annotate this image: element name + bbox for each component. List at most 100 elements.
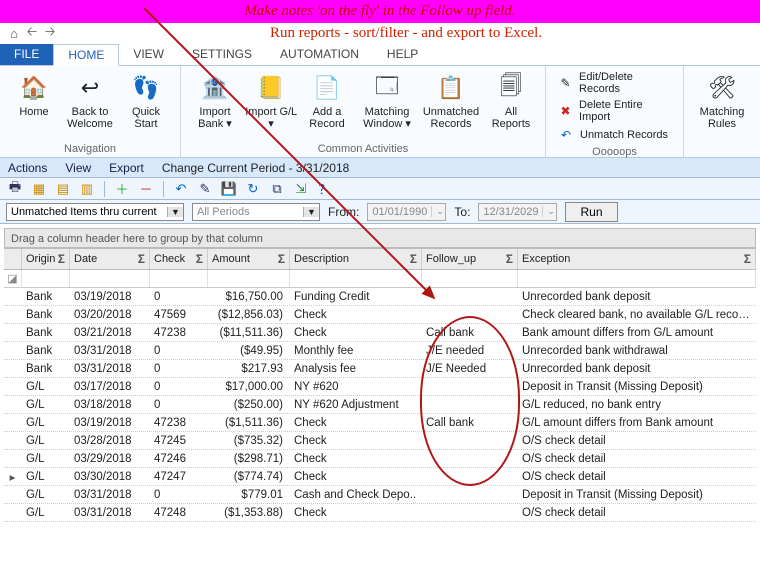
edit-icon[interactable]: ✎ bbox=[196, 180, 214, 198]
table-row[interactable]: Bank03/31/20180$217.93Analysis feeJ/E Ne… bbox=[4, 360, 756, 378]
tab-home[interactable]: HOME bbox=[53, 44, 119, 66]
remove-icon[interactable]: － bbox=[137, 180, 155, 198]
view-menu[interactable]: View bbox=[65, 161, 91, 175]
grid-filter-row[interactable]: ◪ bbox=[4, 270, 756, 288]
cell-followup[interactable]: J/E needed bbox=[422, 345, 518, 357]
run-button[interactable]: Run bbox=[565, 202, 617, 222]
matching-rules-button[interactable]: 🛠 Matching Rules bbox=[690, 70, 754, 153]
home-icon[interactable]: ⌂ bbox=[6, 26, 22, 42]
table-row[interactable]: G/L03/19/201847238($1,511.36)CheckCall b… bbox=[4, 414, 756, 432]
ribbon-group-rules: 🛠 Matching Rules bbox=[684, 66, 760, 157]
unmatch-records-label: Unmatch Records bbox=[580, 129, 668, 141]
import-gl-label: Import G/L ▾ bbox=[245, 106, 297, 130]
col-date[interactable]: DateΣ bbox=[70, 249, 150, 269]
cell-check: 0 bbox=[150, 489, 208, 501]
table-row[interactable]: G/L03/29/201847246($298.71)CheckO/S chec… bbox=[4, 450, 756, 468]
add-icon[interactable]: ＋ bbox=[113, 180, 131, 198]
scope-input[interactable] bbox=[7, 204, 167, 220]
help-icon[interactable]: ？ bbox=[316, 180, 334, 198]
to-value: 12/31/2029 bbox=[479, 206, 542, 218]
table-row[interactable]: G/L03/31/201847248($1,353.88)CheckO/S ch… bbox=[4, 504, 756, 522]
tab-automation[interactable]: AUTOMATION bbox=[266, 44, 373, 65]
cell-description: NY #620 bbox=[290, 381, 422, 393]
cell-followup[interactable]: J/E Needed bbox=[422, 363, 518, 375]
cell-followup[interactable]: Call bank bbox=[422, 327, 518, 339]
cell-exception: G/L reduced, no bank entry bbox=[518, 399, 756, 411]
cell-amount: ($298.71) bbox=[208, 453, 290, 465]
copy-icon[interactable]: ⧉ bbox=[268, 180, 286, 198]
cell-followup[interactable]: Call bank bbox=[422, 417, 518, 429]
import-bank-button[interactable]: 🏦 Import Bank ▾ bbox=[187, 70, 243, 141]
periods-combo[interactable]: ▼ bbox=[192, 203, 320, 221]
table-row[interactable]: ▸G/L03/30/201847247($774.74)CheckO/S che… bbox=[4, 468, 756, 486]
col-followup[interactable]: Follow_upΣ bbox=[422, 249, 518, 269]
cell-date: 03/30/2018 bbox=[70, 471, 150, 483]
export-excel-icon[interactable]: ⇲ bbox=[292, 180, 310, 198]
back-welcome-button[interactable]: ↩︎ Back to Welcome bbox=[62, 70, 118, 141]
from-value: 01/01/1990 bbox=[368, 206, 431, 218]
cell-description: Check bbox=[290, 453, 422, 465]
import-gl-button[interactable]: 📒 Import G/L ▾ bbox=[243, 70, 299, 141]
scope-combo[interactable]: ▼ bbox=[6, 203, 184, 221]
cell-date: 03/21/2018 bbox=[70, 327, 150, 339]
group-by-bar[interactable]: Drag a column header here to group by th… bbox=[4, 228, 756, 248]
table-row[interactable]: Bank03/19/20180$16,750.00Funding CreditU… bbox=[4, 288, 756, 306]
chevron-down-icon[interactable]: ▼ bbox=[303, 207, 319, 217]
print-icon[interactable]: 🖶 bbox=[6, 180, 24, 198]
unmatch-records-button[interactable]: ↶ Unmatch Records bbox=[556, 126, 673, 144]
col-check[interactable]: CheckΣ bbox=[150, 249, 208, 269]
table-row[interactable]: G/L03/17/20180$17,000.00NY #620Deposit i… bbox=[4, 378, 756, 396]
cell-amount: ($774.74) bbox=[208, 471, 290, 483]
table-row[interactable]: Bank03/21/201847238($11,511.36)CheckCall… bbox=[4, 324, 756, 342]
table-row[interactable]: G/L03/18/20180($250.00)NY #620 Adjustmen… bbox=[4, 396, 756, 414]
row-marker-header bbox=[4, 249, 22, 269]
grid1-icon[interactable]: ▦ bbox=[30, 180, 48, 198]
delete-import-button[interactable]: ✖ Delete Entire Import bbox=[556, 98, 673, 124]
col-amount[interactable]: AmountΣ bbox=[208, 249, 290, 269]
undo-icon[interactable]: ↶ bbox=[172, 180, 190, 198]
unmatched-records-button[interactable]: 📋 Unmatched Records bbox=[419, 70, 483, 141]
add-record-button[interactable]: 📄 Add a Record bbox=[299, 70, 355, 141]
tab-help[interactable]: HELP bbox=[373, 44, 432, 65]
cell-origin: G/L bbox=[22, 453, 70, 465]
periods-input[interactable] bbox=[193, 204, 303, 220]
refresh-icon[interactable]: ↻ bbox=[244, 180, 262, 198]
separator bbox=[163, 181, 164, 197]
table-row[interactable]: Bank03/31/20180($49.95)Monthly feeJ/E ne… bbox=[4, 342, 756, 360]
quick-start-button[interactable]: 👣 Quick Start bbox=[118, 70, 174, 141]
table-row[interactable]: Bank03/20/201847569($12,856.03)CheckChec… bbox=[4, 306, 756, 324]
tab-settings[interactable]: SETTINGS bbox=[178, 44, 266, 65]
edit-delete-records-button[interactable]: ✎ Edit/Delete Records bbox=[556, 70, 673, 96]
all-reports-button[interactable]: 🗐 All Reports bbox=[483, 70, 539, 141]
forward-icon[interactable]: 🡢 bbox=[42, 26, 58, 42]
col-origin[interactable]: OriginΣ bbox=[22, 249, 70, 269]
tab-file[interactable]: FILE bbox=[0, 44, 53, 65]
change-period-link[interactable]: Change Current Period - 3/31/2018 bbox=[162, 161, 349, 175]
table-row[interactable]: G/L03/31/20180$779.01Cash and Check Depo… bbox=[4, 486, 756, 504]
col-exception[interactable]: ExceptionΣ bbox=[518, 249, 756, 269]
grid2-icon[interactable]: ▤ bbox=[54, 180, 72, 198]
back-icon[interactable]: 🡠 bbox=[24, 26, 40, 42]
grid3-icon[interactable]: ▥ bbox=[78, 180, 96, 198]
table-row[interactable]: G/L03/28/201847245($735.32)CheckO/S chec… bbox=[4, 432, 756, 450]
cell-amount: $217.93 bbox=[208, 363, 290, 375]
tab-view[interactable]: VIEW bbox=[119, 44, 178, 65]
ribbon-group-navigation: 🏠 Home ↩︎ Back to Welcome 👣 Quick Start … bbox=[0, 66, 181, 157]
cell-origin: Bank bbox=[22, 327, 70, 339]
chevron-down-icon[interactable]: ⌄ bbox=[431, 206, 445, 217]
filter-icon[interactable]: ◪ bbox=[4, 270, 22, 287]
bank-icon: 🏦 bbox=[199, 72, 231, 104]
matching-window-button[interactable]: 🗔 Matching Window ▾ bbox=[355, 70, 419, 141]
chevron-down-icon[interactable]: ▼ bbox=[167, 207, 183, 217]
cell-description: Monthly fee bbox=[290, 345, 422, 357]
save-icon[interactable]: 💾 bbox=[220, 180, 238, 198]
home-button[interactable]: 🏠 Home bbox=[6, 70, 62, 141]
from-date[interactable]: 01/01/1990 ⌄ bbox=[367, 203, 446, 221]
cell-exception: Check cleared bank, no available G/L rec… bbox=[518, 309, 756, 321]
export-menu[interactable]: Export bbox=[109, 161, 144, 175]
col-description[interactable]: DescriptionΣ bbox=[290, 249, 422, 269]
cell-origin: Bank bbox=[22, 345, 70, 357]
chevron-down-icon[interactable]: ⌄ bbox=[542, 206, 556, 217]
actions-menu[interactable]: Actions bbox=[8, 161, 47, 175]
to-date[interactable]: 12/31/2029 ⌄ bbox=[478, 203, 557, 221]
